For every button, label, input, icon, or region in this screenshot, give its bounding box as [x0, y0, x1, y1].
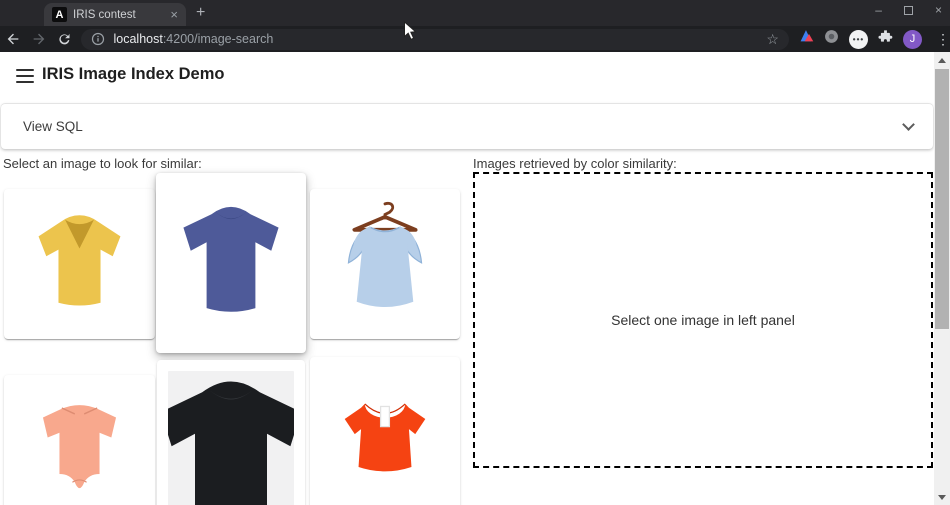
orange-crop-top-card[interactable]	[310, 357, 460, 505]
yellow-vneck-top-image	[4, 189, 155, 339]
hamburger-menu-icon[interactable]	[16, 69, 34, 83]
left-panel-label: Select an image to look for similar:	[3, 156, 202, 171]
profile-avatar[interactable]: J	[903, 30, 922, 49]
window-maximize-button[interactable]	[904, 6, 913, 15]
empty-results-message: Select one image in left panel	[611, 312, 795, 328]
blue-crew-tshirt-image	[156, 173, 306, 353]
extension-colorful-icon[interactable]	[799, 29, 814, 49]
extension-dots-icon[interactable]: •••	[849, 30, 868, 49]
forward-button[interactable]	[26, 31, 52, 47]
page-title: IRIS Image Index Demo	[42, 65, 224, 84]
blue-crew-tshirt-card[interactable]	[156, 173, 306, 353]
reload-icon	[57, 32, 72, 47]
yellow-vneck-top-card[interactable]	[4, 189, 155, 339]
browser-toolbar: localhost:4200/image-search ☆ ••• J ⋮	[0, 26, 950, 52]
view-sql-expansion-panel[interactable]: View SQL	[1, 104, 933, 149]
forward-arrow-icon	[31, 31, 47, 47]
browser-window: A IRIS contest × + – × localhost:4200/im…	[0, 0, 950, 505]
extension-gray-circle-icon[interactable]	[824, 29, 839, 49]
window-close-button[interactable]: ×	[935, 3, 942, 17]
web-page: IRIS Image Index Demo View SQL Select an…	[0, 52, 950, 505]
mouse-cursor	[403, 21, 417, 46]
tab-close-icon[interactable]: ×	[170, 8, 178, 21]
black-crew-tshirt-card[interactable]	[157, 360, 305, 505]
chevron-down-icon	[902, 118, 915, 131]
browser-tab[interactable]: A IRIS contest ×	[44, 3, 186, 26]
lightblue-blouse-image	[310, 189, 460, 339]
reload-button[interactable]	[52, 32, 78, 47]
black-crew-tshirt-image	[157, 360, 305, 505]
tab-strip: A IRIS contest × + – ×	[0, 0, 950, 26]
page-scrollbar[interactable]	[934, 52, 950, 505]
new-tab-button[interactable]: +	[196, 5, 205, 21]
peach-baby-onesie-card[interactable]	[4, 375, 155, 505]
view-sql-label: View SQL	[23, 119, 83, 134]
site-info-icon[interactable]	[91, 32, 105, 46]
scroll-down-button[interactable]	[934, 489, 950, 505]
orange-crop-top-image	[310, 357, 460, 505]
extensions-puzzle-icon[interactable]	[878, 29, 893, 49]
window-minimize-button[interactable]: –	[875, 3, 882, 17]
tab-favicon-icon: A	[52, 7, 67, 22]
tab-title: IRIS contest	[73, 9, 164, 21]
scrollbar-thumb[interactable]	[935, 69, 949, 329]
scroll-up-button[interactable]	[934, 52, 950, 68]
back-button[interactable]	[0, 31, 26, 47]
bookmark-star-icon[interactable]: ☆	[766, 31, 779, 48]
browser-menu-icon[interactable]: ⋮	[936, 31, 950, 48]
lightblue-blouse-card[interactable]	[310, 189, 460, 339]
peach-baby-onesie-image	[4, 375, 155, 505]
back-arrow-icon	[5, 31, 21, 47]
right-panel-label: Images retrieved by color similarity:	[473, 156, 677, 171]
address-bar[interactable]: localhost:4200/image-search ☆	[81, 29, 789, 50]
url-text: localhost:4200/image-search	[113, 32, 273, 46]
results-dropzone: Select one image in left panel	[473, 172, 933, 468]
